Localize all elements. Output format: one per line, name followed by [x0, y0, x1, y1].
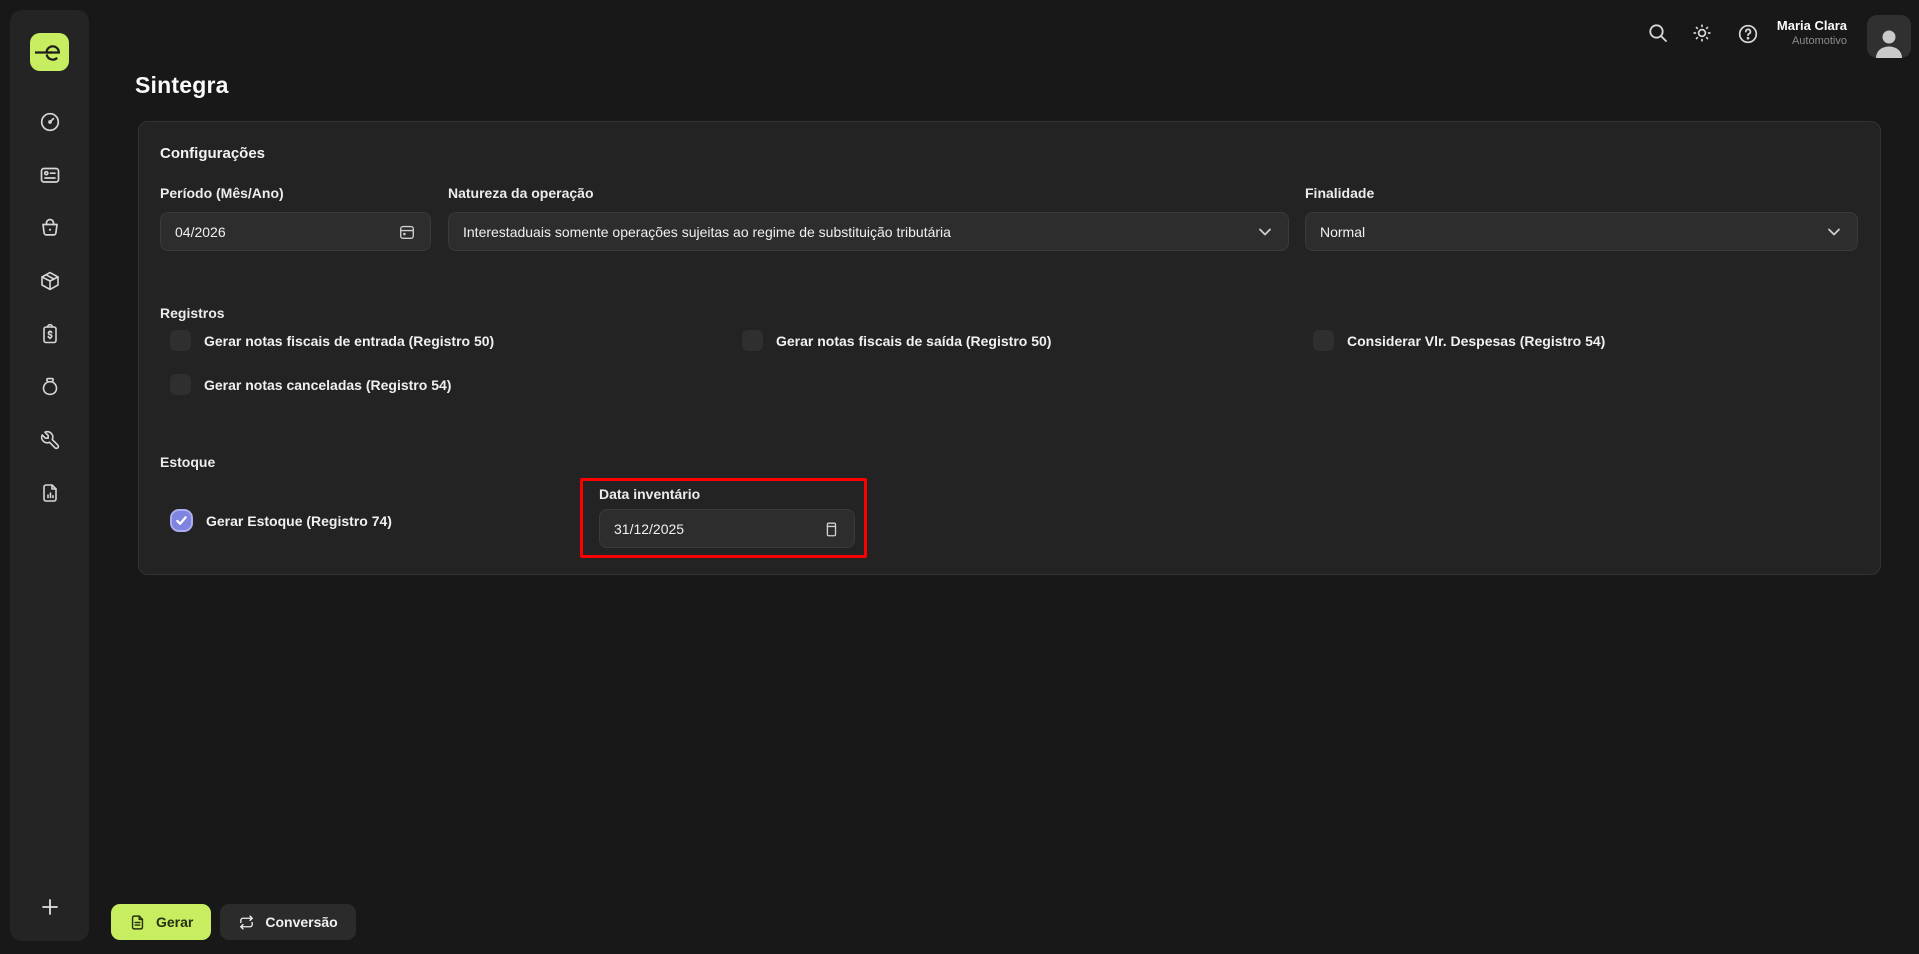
search-icon[interactable] [1647, 22, 1669, 44]
person-icon [1872, 26, 1906, 58]
id-card-icon[interactable] [39, 164, 61, 186]
file-chart-icon[interactable] [39, 482, 61, 504]
checkbox-box[interactable] [742, 330, 763, 351]
periodo-value: 04/2026 [175, 224, 398, 240]
chevron-down-icon [1256, 223, 1274, 241]
sidebar-nav [39, 111, 61, 504]
avatar[interactable] [1867, 15, 1911, 58]
finalidade-label: Finalidade [1305, 185, 1374, 201]
logo-e-icon [35, 37, 65, 67]
user-name: Maria Clara [1777, 18, 1847, 34]
file-text-icon [129, 914, 146, 931]
user-role: Automotivo [1777, 34, 1847, 48]
page-title: Sintegra [135, 72, 229, 99]
checkbox-box[interactable] [170, 330, 191, 351]
data-inventario-label: Data inventário [599, 486, 848, 502]
natureza-select[interactable]: Interestaduais somente operações sujeita… [448, 212, 1289, 251]
checkbox-label: Gerar notas fiscais de entrada (Registro… [204, 333, 494, 349]
checkbox-label: Gerar Estoque (Registro 74) [206, 513, 392, 529]
sidebar [10, 10, 89, 941]
money-bag-icon[interactable] [39, 376, 61, 398]
checkbox-despesas[interactable]: Considerar Vlr. Despesas (Registro 54) [1313, 330, 1605, 351]
checkbox-saida[interactable]: Gerar notas fiscais de saída (Registro 5… [742, 330, 1051, 351]
checkbox-label: Gerar notas canceladas (Registro 54) [204, 377, 451, 393]
data-inventario-value: 31/12/2025 [614, 521, 822, 537]
registros-heading: Registros [160, 305, 225, 321]
wrench-icon[interactable] [39, 429, 61, 451]
natureza-label: Natureza da operação [448, 185, 594, 201]
checkbox-label: Gerar notas fiscais de saída (Registro 5… [776, 333, 1051, 349]
finalidade-value: Normal [1320, 224, 1825, 240]
checkbox-canceladas[interactable]: Gerar notas canceladas (Registro 54) [170, 374, 451, 395]
theme-sun-icon[interactable] [1691, 22, 1713, 44]
checkbox-entrada[interactable]: Gerar notas fiscais de entrada (Registro… [170, 330, 494, 351]
calendar-month-icon[interactable] [398, 223, 416, 241]
finalidade-select[interactable]: Normal [1305, 212, 1858, 251]
gerar-button[interactable]: Gerar [111, 904, 211, 940]
periodo-input[interactable]: 04/2026 [160, 212, 431, 251]
checkbox-gerar-estoque[interactable]: Gerar Estoque (Registro 74) [170, 509, 392, 532]
gerar-button-label: Gerar [156, 914, 193, 930]
user-block[interactable]: Maria Clara Automotivo [1777, 18, 1847, 48]
action-bar: Gerar Conversão [111, 904, 356, 940]
periodo-label: Período (Mês/Ano) [160, 185, 284, 201]
card-heading: Configurações [160, 145, 265, 162]
checkbox-box[interactable] [170, 374, 191, 395]
plus-icon[interactable] [38, 895, 62, 919]
checkbox-box[interactable] [1313, 330, 1334, 351]
repeat-icon [238, 914, 255, 931]
chevron-down-icon [1825, 223, 1843, 241]
data-inventario-input[interactable]: 31/12/2025 [599, 509, 855, 548]
checkbox-box[interactable] [170, 509, 193, 532]
gauge-icon[interactable] [39, 111, 61, 133]
check-icon [175, 514, 188, 527]
help-icon[interactable] [1737, 23, 1759, 45]
conversao-button-label: Conversão [265, 914, 337, 930]
conversao-button[interactable]: Conversão [220, 904, 355, 940]
basket-icon[interactable] [39, 217, 61, 239]
config-card: Configurações Período (Mês/Ano) 04/2026 … [138, 121, 1881, 575]
natureza-value: Interestaduais somente operações sujeita… [463, 224, 1256, 240]
red-annotation-box: Data inventário 31/12/2025 [580, 478, 867, 558]
estoque-heading: Estoque [160, 454, 215, 470]
calendar-date-icon[interactable] [822, 520, 840, 538]
checkbox-label: Considerar Vlr. Despesas (Registro 54) [1347, 333, 1605, 349]
invoice-icon[interactable] [39, 323, 61, 345]
package-icon[interactable] [39, 270, 61, 292]
app-logo[interactable] [30, 33, 69, 71]
